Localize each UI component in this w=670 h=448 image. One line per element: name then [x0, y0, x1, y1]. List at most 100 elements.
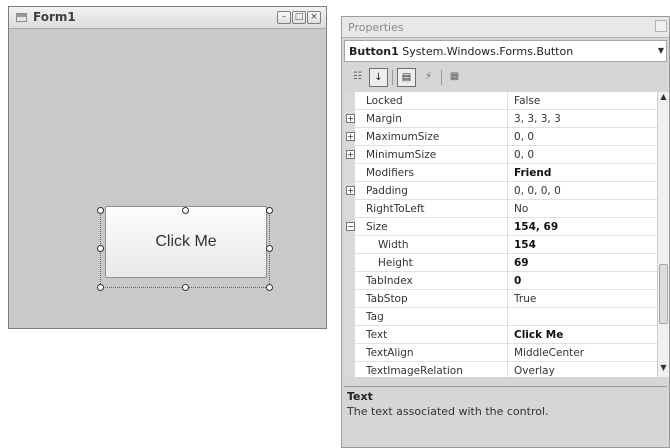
minimize-button[interactable]: –: [277, 11, 291, 24]
resize-handle-top[interactable]: [182, 207, 189, 214]
property-name: Modifiers: [366, 167, 414, 179]
object-type: System.Windows.Forms.Button: [402, 45, 574, 58]
click-me-button[interactable]: Click Me: [105, 206, 267, 278]
resize-handle-left[interactable]: [97, 245, 104, 252]
property-name: TextImageRelation: [366, 365, 463, 377]
form-designer-window: Form1 – □ × Click Me: [8, 6, 327, 329]
chevron-down-icon[interactable]: ▼: [656, 41, 666, 61]
property-row[interactable]: − Size 154, 69: [344, 218, 657, 236]
property-name: Tag: [366, 311, 384, 323]
property-row[interactable]: TextImageRelation Overlay: [344, 362, 657, 377]
properties-titlebar[interactable]: Properties: [342, 17, 669, 38]
property-value[interactable]: Click Me: [514, 329, 563, 341]
property-row[interactable]: Width 154: [344, 236, 657, 254]
maximize-button[interactable]: □: [292, 11, 306, 24]
scroll-down-icon[interactable]: ▼: [658, 363, 669, 377]
property-grid-scrollbar[interactable]: ▲ ▼: [657, 92, 669, 377]
resize-handle-bottom[interactable]: [182, 284, 189, 291]
properties-close-icon[interactable]: [655, 20, 667, 32]
property-row[interactable]: Locked False: [344, 92, 657, 110]
property-row[interactable]: TabIndex 0: [344, 272, 657, 290]
column-divider: [507, 308, 508, 326]
property-name: Size: [366, 221, 388, 233]
property-grid: Locked False + Margin 3, 3, 3, 3 + MaximumSize…: [344, 92, 657, 377]
properties-icon[interactable]: ▤: [397, 68, 416, 87]
property-name: TextAlign: [366, 347, 414, 359]
property-name: TabStop: [366, 293, 408, 305]
property-row[interactable]: Modifiers Friend: [344, 164, 657, 182]
scroll-up-icon[interactable]: ▲: [658, 92, 669, 106]
form-window-icon: [16, 13, 27, 22]
property-name: Text: [366, 329, 388, 341]
property-value[interactable]: False: [514, 95, 540, 107]
property-value[interactable]: MiddleCenter: [514, 347, 584, 359]
property-row[interactable]: + Padding 0, 0, 0, 0: [344, 182, 657, 200]
column-divider: [507, 200, 508, 218]
property-name: Height: [378, 257, 413, 269]
categorized-icon[interactable]: ☷: [348, 68, 367, 87]
description-title: Text: [347, 390, 373, 403]
resize-handle-bottom-left[interactable]: [97, 284, 104, 291]
resize-handle-right[interactable]: [266, 245, 273, 252]
property-row[interactable]: Height 69: [344, 254, 657, 272]
toolbar-separator: [441, 70, 442, 85]
property-row[interactable]: + Margin 3, 3, 3, 3: [344, 110, 657, 128]
property-name: TabIndex: [366, 275, 413, 287]
column-divider: [507, 110, 508, 128]
property-row[interactable]: RightToLeft No: [344, 200, 657, 218]
property-value[interactable]: Friend: [514, 167, 551, 179]
property-value[interactable]: 0, 0: [514, 149, 534, 161]
description-panel: Text The text associated with the contro…: [344, 386, 667, 426]
property-row[interactable]: + MinimumSize 0, 0: [344, 146, 657, 164]
property-value[interactable]: 3, 3, 3, 3: [514, 113, 561, 125]
scroll-thumb[interactable]: [659, 264, 668, 324]
expand-icon[interactable]: +: [346, 186, 355, 195]
column-divider: [507, 218, 508, 236]
resize-handle-bottom-right[interactable]: [266, 284, 273, 291]
property-value[interactable]: True: [514, 293, 536, 305]
expand-icon[interactable]: +: [346, 114, 355, 123]
property-value[interactable]: 69: [514, 257, 529, 269]
property-value[interactable]: 154: [514, 239, 536, 251]
close-button[interactable]: ×: [307, 11, 321, 24]
column-divider: [507, 128, 508, 146]
object-selector[interactable]: Button1 System.Windows.Forms.Button ▼: [344, 40, 667, 62]
column-divider: [507, 146, 508, 164]
property-value[interactable]: 0, 0: [514, 131, 534, 143]
column-divider: [507, 182, 508, 200]
property-name: Margin: [366, 113, 402, 125]
expand-icon[interactable]: +: [346, 150, 355, 159]
alphabetical-icon[interactable]: ↓: [369, 68, 388, 87]
events-lightning-icon[interactable]: ⚡: [419, 68, 438, 87]
toolbar-separator: [392, 70, 393, 85]
property-pages-icon[interactable]: ▦: [445, 68, 464, 87]
property-value[interactable]: 154, 69: [514, 221, 558, 233]
property-name: Locked: [366, 95, 403, 107]
column-divider: [507, 236, 508, 254]
column-divider: [507, 164, 508, 182]
object-name: Button1: [349, 45, 399, 58]
property-value[interactable]: 0, 0, 0, 0: [514, 185, 561, 197]
property-name: Padding: [366, 185, 408, 197]
property-row[interactable]: TextAlign MiddleCenter: [344, 344, 657, 362]
expand-icon[interactable]: +: [346, 132, 355, 141]
column-divider: [507, 272, 508, 290]
resize-handle-top-left[interactable]: [97, 207, 104, 214]
form-titlebar[interactable]: Form1 – □ ×: [9, 7, 326, 29]
column-divider: [507, 254, 508, 272]
property-name: Width: [378, 239, 409, 251]
property-value[interactable]: No: [514, 203, 528, 215]
resize-handle-top-right[interactable]: [266, 207, 273, 214]
collapse-icon[interactable]: −: [346, 222, 355, 231]
property-name: MaximumSize: [366, 131, 440, 143]
property-row[interactable]: TabStop True: [344, 290, 657, 308]
form-title: Form1: [33, 10, 76, 24]
property-value[interactable]: 0: [514, 275, 521, 287]
property-row[interactable]: Text Click Me: [344, 326, 657, 344]
property-name: MinimumSize: [366, 149, 437, 161]
property-row[interactable]: + MaximumSize 0, 0: [344, 128, 657, 146]
property-row[interactable]: Tag: [344, 308, 657, 326]
property-name: RightToLeft: [366, 203, 425, 215]
property-value[interactable]: Overlay: [514, 365, 555, 377]
column-divider: [507, 326, 508, 344]
